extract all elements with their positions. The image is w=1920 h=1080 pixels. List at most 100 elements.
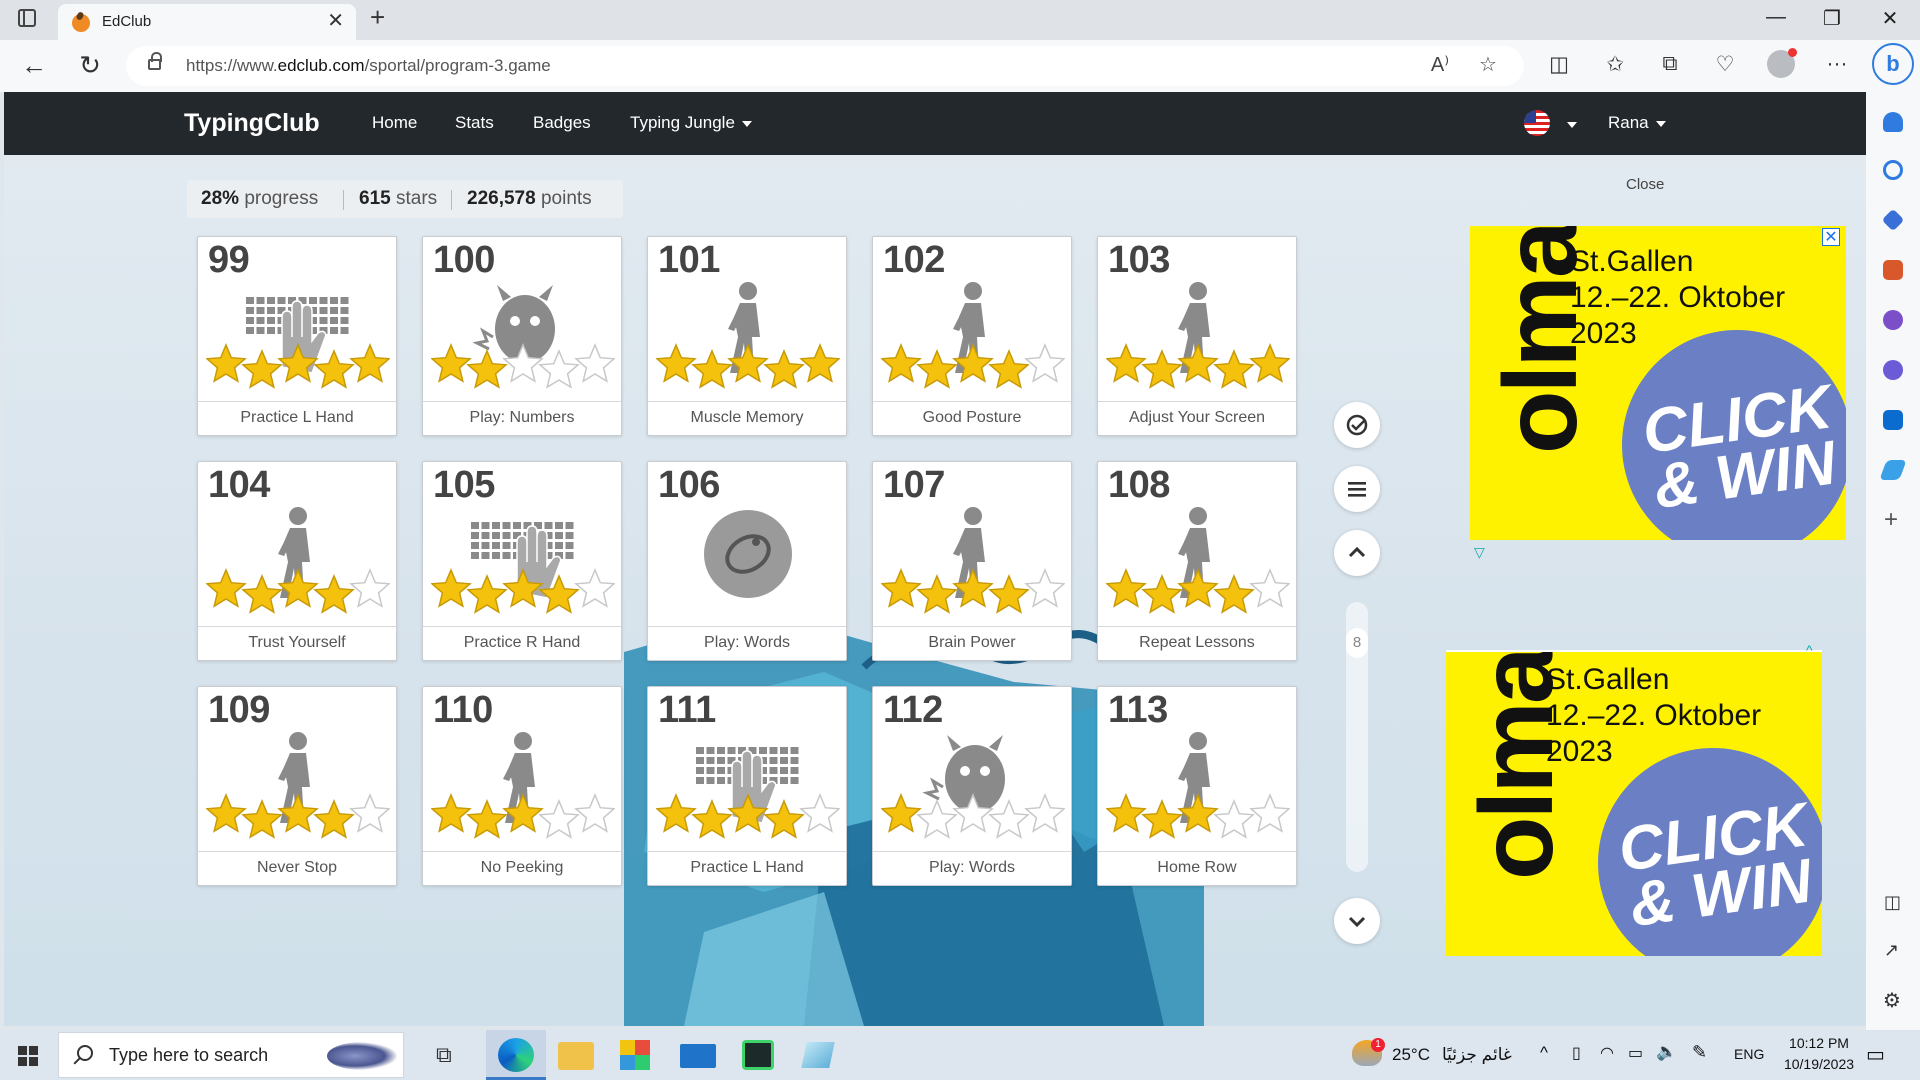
collections-icon[interactable]: ⧉ xyxy=(1655,52,1685,76)
lesson-card[interactable]: 108 Repeat Lessons xyxy=(1097,461,1297,661)
lesson-number: 108 xyxy=(1108,464,1170,506)
filled-star-icon xyxy=(881,793,922,833)
lesson-card[interactable]: 104 Trust Yourself xyxy=(197,461,397,661)
filled-star-icon xyxy=(349,343,390,383)
microsoft-store-icon[interactable] xyxy=(620,1040,650,1070)
drop-send-icon[interactable] xyxy=(1879,460,1907,480)
more-menu-icon[interactable]: ··· xyxy=(1822,52,1852,76)
minimize-icon[interactable]: — xyxy=(1756,6,1796,29)
hide-sidebar-icon[interactable]: ◫ xyxy=(1884,892,1901,913)
browser-tab[interactable]: EdClub ✕ xyxy=(58,4,356,40)
nav-typing-jungle[interactable]: Typing Jungle xyxy=(630,113,752,133)
lesson-card[interactable]: 106 Play: Words xyxy=(647,461,847,661)
clion-icon[interactable] xyxy=(742,1040,774,1070)
edge-browser-icon[interactable] xyxy=(498,1038,534,1072)
typingclub-logo[interactable]: TypingClub xyxy=(184,109,320,138)
weather-desc[interactable]: غائم جزئيًا xyxy=(1442,1045,1512,1065)
bing-copilot-icon[interactable]: b xyxy=(1872,43,1914,85)
refresh-icon[interactable]: ↻ xyxy=(72,50,108,80)
check-progress-button[interactable] xyxy=(1334,402,1380,448)
tools-briefcase-icon[interactable] xyxy=(1883,260,1903,280)
scroll-up-button[interactable] xyxy=(1334,530,1380,576)
lesson-card[interactable]: 101 Muscle Memory xyxy=(647,236,847,436)
lesson-card[interactable]: 100 Play: Numbers xyxy=(422,236,622,436)
new-tab-icon[interactable]: + xyxy=(370,2,385,33)
menu-button[interactable] xyxy=(1334,466,1380,512)
games-icon[interactable] xyxy=(1883,310,1903,330)
file-explorer-icon[interactable] xyxy=(558,1042,594,1070)
add-sidebar-app-icon[interactable]: + xyxy=(1884,506,1898,534)
lesson-title: Never Stop xyxy=(256,859,338,876)
restore-icon[interactable]: ❐ xyxy=(1812,6,1852,31)
sidebar-settings-gear-icon[interactable]: ⚙ xyxy=(1883,988,1901,1013)
nav-home[interactable]: Home xyxy=(372,113,417,133)
back-arrow-icon[interactable]: ← xyxy=(16,50,52,80)
star-rating xyxy=(881,343,1065,389)
filled-star-icon xyxy=(313,349,355,389)
lesson-card[interactable]: 110 No Peeking xyxy=(422,686,622,886)
notifications-bell-icon[interactable] xyxy=(1883,112,1903,132)
lesson-number: 105 xyxy=(433,464,495,506)
olma-ad-banner-top[interactable]: olma St.Gallen 12.–22. Oktober 2023 CLICK &… xyxy=(1470,226,1846,540)
tab-actions-icon[interactable] xyxy=(18,9,36,27)
clock-date[interactable]: 10/19/2023 xyxy=(1776,1056,1862,1072)
lesson-card[interactable]: 113 Home Row xyxy=(1097,686,1297,886)
notification-center-icon[interactable]: ▭ xyxy=(1866,1042,1885,1067)
show-hidden-icons-chevron-icon[interactable]: ^ xyxy=(1540,1043,1548,1063)
language-chevron-down-icon[interactable] xyxy=(1567,122,1577,128)
ad-collapse-icon[interactable]: ^ xyxy=(1806,642,1813,658)
favorite-star-icon[interactable]: ☆ xyxy=(1474,52,1502,77)
browser-essentials-icon[interactable]: ♡ xyxy=(1710,52,1740,77)
nav-badges[interactable]: Badges xyxy=(533,113,591,133)
filled-star-icon xyxy=(763,349,805,389)
tab-close-icon[interactable]: ✕ xyxy=(327,10,344,32)
split-screen-icon[interactable]: ◫ xyxy=(1544,52,1574,77)
ad-close-icon[interactable]: ✕ xyxy=(1822,228,1840,246)
language-indicator[interactable]: ENG xyxy=(1734,1046,1764,1062)
weather-temp[interactable]: 25°C xyxy=(1392,1045,1430,1065)
lesson-card[interactable]: 103 Adjust Your Screen xyxy=(1097,236,1297,436)
lesson-card[interactable]: 105 Practice R Hand xyxy=(422,461,622,661)
url-text[interactable]: https://www.edclub.com/sportal/program-3… xyxy=(186,56,551,76)
outlook-icon[interactable] xyxy=(1883,410,1903,430)
microsoft-365-icon[interactable] xyxy=(1883,360,1903,380)
app-cube-icon[interactable] xyxy=(801,1042,835,1068)
device-icon[interactable]: ▯ xyxy=(1572,1043,1581,1063)
shopping-tag-icon[interactable] xyxy=(1881,208,1905,232)
us-flag-icon[interactable] xyxy=(1524,110,1550,136)
lesson-card[interactable]: 112 Play: Words xyxy=(872,686,1072,886)
filled-star-icon xyxy=(277,793,319,833)
lesson-card[interactable]: 109 Never Stop xyxy=(197,686,397,886)
pen-icon[interactable]: ✎ xyxy=(1692,1042,1707,1063)
lesson-number: 106 xyxy=(658,464,720,506)
open-external-icon[interactable]: ↗ xyxy=(1884,940,1899,961)
ad-close-link[interactable]: Close xyxy=(1626,176,1664,193)
page-indicator[interactable]: 8 xyxy=(1346,628,1368,658)
taskbar-search-box[interactable]: Type here to search xyxy=(58,1032,404,1078)
battery-icon[interactable]: ▭ xyxy=(1628,1043,1643,1063)
ad-choices-icon[interactable]: ▽ xyxy=(1474,544,1485,561)
favorites-icon[interactable]: ✩ xyxy=(1600,52,1630,77)
lesson-card[interactable]: 107 Brain Power xyxy=(872,461,1072,661)
window-close-icon[interactable]: ✕ xyxy=(1870,6,1910,31)
lesson-title: Home Row xyxy=(1157,859,1237,876)
windows-start-icon[interactable] xyxy=(18,1046,38,1066)
nav-stats[interactable]: Stats xyxy=(455,113,494,133)
empty-star-icon xyxy=(349,568,390,608)
olma-ad-banner-bottom[interactable]: olma St.Gallen 12.–22. Oktober 2023 CLICK &… xyxy=(1446,652,1822,956)
address-bar[interactable]: https://www.edclub.com/sportal/program-3… xyxy=(126,46,1524,86)
lesson-card[interactable]: 99 Practice L Hand xyxy=(197,236,397,436)
clock-time[interactable]: 10:12 PM xyxy=(1782,1035,1856,1051)
task-view-icon[interactable]: ⧉ xyxy=(436,1042,452,1068)
lesson-card[interactable]: 111 Practice L Hand xyxy=(647,686,847,886)
mail-icon[interactable] xyxy=(680,1044,716,1068)
read-aloud-icon[interactable]: A⁾ xyxy=(1426,52,1454,77)
search-sidebar-icon[interactable] xyxy=(1883,160,1903,180)
user-menu[interactable]: Rana xyxy=(1608,113,1666,133)
lock-icon[interactable] xyxy=(148,52,162,70)
wifi-icon[interactable]: ◠ xyxy=(1600,1043,1614,1063)
search-icon xyxy=(77,1045,93,1061)
lesson-card[interactable]: 102 Good Posture xyxy=(872,236,1072,436)
volume-icon[interactable]: 🔈 xyxy=(1656,1042,1677,1062)
scroll-down-button[interactable] xyxy=(1334,898,1380,944)
